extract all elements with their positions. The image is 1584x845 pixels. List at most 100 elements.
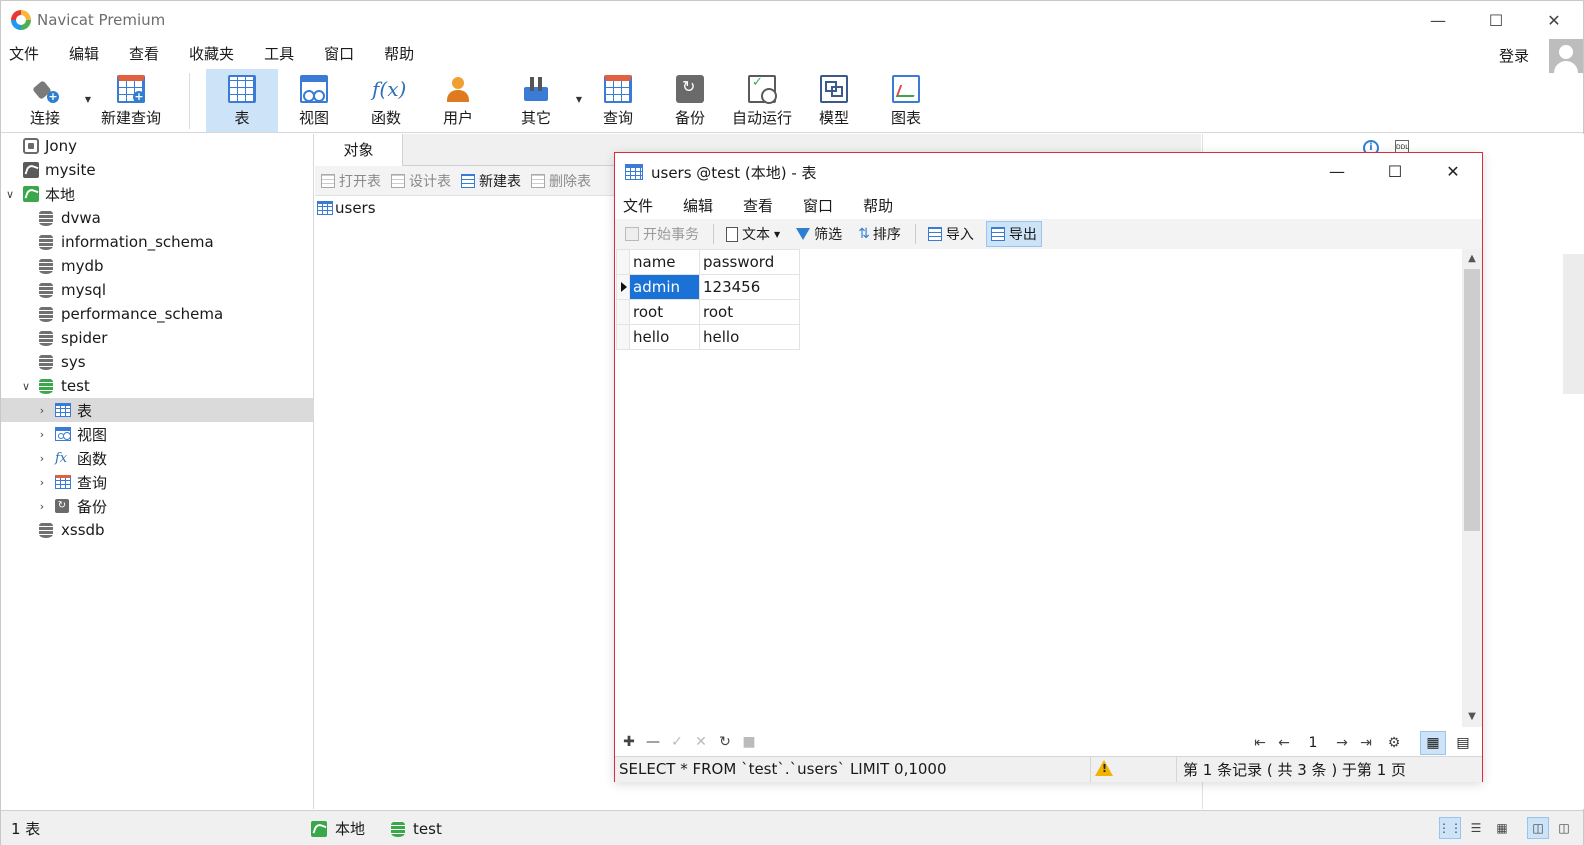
user-button[interactable]: 用户 [422,69,494,132]
text-button[interactable]: 文本 ▼ [722,222,784,246]
other-button[interactable]: 其它 ▼ [500,69,582,132]
close-button[interactable]: ✕ [1525,1,1583,39]
tree-item-xssdb[interactable]: xssdb [1,518,313,542]
login-link[interactable]: 登录 [1499,45,1529,66]
menu-view[interactable]: 查看 [121,43,173,64]
table-row[interactable]: root root [616,299,800,325]
current-row-pointer-icon[interactable] [616,274,630,300]
filter-button[interactable]: 筛选 [792,222,846,246]
tree-item-local[interactable]: ∨ 本地 [1,182,313,206]
export-button[interactable]: 导出 [985,221,1042,247]
maximize-button[interactable]: ☐ [1366,153,1424,189]
tree-item-mysite[interactable]: mysite [1,158,313,182]
grid-cell[interactable]: admin [629,274,700,300]
tree-item-information-schema[interactable]: information_schema [1,230,313,254]
auto-run-button[interactable]: 自动运行 [726,69,798,132]
info-scrollbar[interactable] [1563,254,1584,394]
new-table-button[interactable]: 新建表 [461,171,521,191]
design-table-button[interactable]: 设计表 [391,171,451,191]
chevron-right-icon[interactable]: › [35,428,49,441]
right-pane-toggle-button[interactable]: ◫ [1553,817,1575,839]
menu-file[interactable]: 文件 [1,43,53,64]
chart-button[interactable]: 图表 [870,69,942,132]
menu-view[interactable]: 查看 [743,195,773,216]
next-page-icon[interactable]: → [1330,732,1354,754]
begin-transaction-button[interactable]: 开始事务 [621,222,703,246]
chevron-down-icon[interactable]: ∨ [19,380,33,393]
column-header-name[interactable]: name [629,249,700,275]
previous-page-icon[interactable]: ← [1272,732,1296,754]
refresh-icon[interactable]: ↻ [713,731,737,753]
grid-cell[interactable]: 123456 [699,274,800,300]
page-number-input[interactable]: 1 [1300,732,1326,754]
menu-edit[interactable]: 编辑 [61,43,113,64]
menu-file[interactable]: 文件 [623,195,653,216]
chevron-down-icon[interactable]: ∨ [3,188,17,201]
tab-objects[interactable]: 对象 [315,134,403,166]
column-header-password[interactable]: password [699,249,800,275]
chevron-right-icon[interactable]: › [35,404,49,417]
stop-icon[interactable]: ■ [737,731,761,753]
table-row[interactable]: admin 123456 [616,274,800,300]
tree-item-backups[interactable]: › ↻ 备份 [1,494,313,518]
tree-item-spider[interactable]: spider [1,326,313,350]
view-button[interactable]: 视图 [278,69,350,132]
menu-window[interactable]: 窗口 [803,195,833,216]
chevron-right-icon[interactable]: › [35,452,49,465]
minimize-button[interactable]: — [1409,1,1467,39]
grid-view-button[interactable]: ▦ [1420,731,1446,755]
menu-help[interactable]: 帮助 [376,43,428,64]
connect-button[interactable]: 连接 ▼ [9,69,91,132]
grid-cell[interactable]: hello [699,324,800,350]
delete-record-icon[interactable]: — [641,731,665,753]
avatar-icon[interactable] [1549,39,1583,73]
chevron-right-icon[interactable]: › [35,476,49,489]
maximize-button[interactable]: ☐ [1467,1,1525,39]
left-pane-toggle-button[interactable]: ◫ [1527,817,1549,839]
first-page-icon[interactable]: ⇤ [1248,732,1272,754]
open-table-button[interactable]: 打开表 [321,171,381,191]
menu-edit[interactable]: 编辑 [683,195,713,216]
row-header[interactable] [616,299,630,325]
menu-favorites[interactable]: 收藏夹 [181,43,248,64]
backup-button[interactable]: 备份 [654,69,726,132]
query-button[interactable]: 查询 [582,69,654,132]
grid-cell[interactable]: hello [629,324,700,350]
scroll-thumb[interactable] [1464,269,1480,531]
tree-item-mydb[interactable]: mydb [1,254,313,278]
delete-table-button[interactable]: 删除表 [531,171,591,191]
menu-help[interactable]: 帮助 [863,195,893,216]
gear-icon[interactable]: ⚙ [1382,732,1406,754]
row-header[interactable] [616,324,630,350]
last-page-icon[interactable]: ⇥ [1354,732,1378,754]
form-view-button[interactable]: ▤ [1450,731,1476,755]
er-view-button[interactable]: ▦ [1491,817,1513,839]
tree-item-sys[interactable]: sys [1,350,313,374]
sort-button[interactable]: ⇅ 排序 [854,222,905,246]
scroll-up-icon[interactable]: ▲ [1462,249,1482,269]
chevron-right-icon[interactable]: › [35,500,49,513]
list-view-button[interactable]: ⋮⋮ [1438,817,1462,839]
table-button[interactable]: 表 [206,69,278,132]
grid-cell[interactable]: root [629,299,700,325]
grid-cell[interactable]: root [699,299,800,325]
add-record-icon[interactable]: ✚ [617,731,641,753]
tree-item-jony[interactable]: Jony [1,134,313,158]
tree-item-functions[interactable]: › fx 函数 [1,446,313,470]
tree-item-performance-schema[interactable]: performance_schema [1,302,313,326]
close-button[interactable]: ✕ [1424,153,1482,189]
warning-icon[interactable] [1091,757,1177,782]
tree-item-queries[interactable]: › 查询 [1,470,313,494]
minimize-button[interactable]: — [1308,153,1366,189]
tree-item-dvwa[interactable]: dvwa [1,206,313,230]
model-button[interactable]: 模型 [798,69,870,132]
new-query-button[interactable]: 新建查询 [89,69,173,132]
tree-item-tables[interactable]: › 表 [1,398,313,422]
import-button[interactable]: 导入 [924,222,978,246]
table-row[interactable]: hello hello [616,324,800,350]
grid-vertical-scrollbar[interactable]: ▲ ▼ [1462,249,1482,727]
discard-changes-icon[interactable]: ✕ [689,731,713,753]
menu-tools[interactable]: 工具 [256,43,308,64]
scroll-down-icon[interactable]: ▼ [1462,707,1482,727]
menu-window[interactable]: 窗口 [316,43,368,64]
